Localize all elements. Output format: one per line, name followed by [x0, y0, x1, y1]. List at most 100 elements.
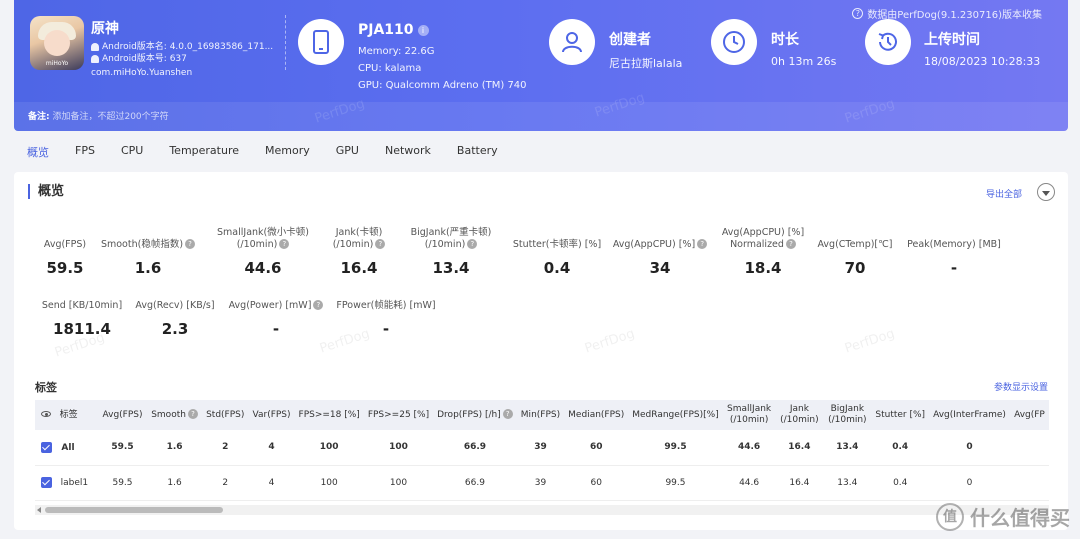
col-avg-fps[interactable]: Avg(FPS) [98, 400, 147, 430]
table-cell: 60 [564, 430, 629, 466]
help-icon[interactable]: ? [187, 409, 198, 419]
table-cell: 39 [516, 465, 565, 501]
help-icon[interactable]: ? [697, 239, 708, 249]
metric-bigjank: BigJank(严重卡顿) (/10min)? 13.4 [410, 227, 492, 277]
col-fps25[interactable]: FPS>=25 [%] [364, 400, 433, 430]
table-cell: 0 [929, 465, 1010, 501]
note-input[interactable]: 添加备注，不超过200个字符 [52, 112, 168, 122]
help-icon[interactable]: ? [467, 239, 478, 249]
creator-title: 创建者 [609, 32, 651, 48]
tab-fps[interactable]: FPS [62, 140, 108, 164]
table-cell [1009, 465, 1049, 501]
help-icon[interactable]: ? [279, 239, 290, 249]
brand-text: 什么值得买 [970, 506, 1070, 530]
row-checkbox[interactable] [41, 441, 52, 453]
col-median-fps[interactable]: Median(FPS) [564, 400, 628, 430]
table-row[interactable]: label1 59.5 1.6 2 4 100 100 66.9 39 60 9… [35, 465, 1049, 501]
eye-icon[interactable] [41, 411, 51, 417]
tab-battery[interactable]: Battery [444, 140, 511, 164]
table-cell: 0.4 [871, 465, 930, 501]
metric-stutter: Stutter(卡顿率) [%] 0.4 [512, 239, 602, 277]
duration-value: 0h 13m 26s [771, 55, 837, 68]
upload-title: 上传时间 [924, 32, 980, 48]
metric-smooth: Smooth(稳帧指数)? 1.6 [98, 239, 198, 277]
help-icon[interactable]: ? [313, 300, 324, 310]
divider [285, 15, 286, 70]
android-version-code: Android版本号: 637 [102, 54, 187, 64]
history-icon [865, 19, 911, 65]
table-cell: 13.4 [823, 430, 872, 466]
col-fps18[interactable]: FPS>=18 [%] [295, 400, 364, 430]
metric-send: Send [KB/10min] 1811.4 [41, 300, 123, 338]
table-cell: 13.4 [823, 465, 872, 501]
col-drop-fps[interactable]: Drop(FPS) [/h]? [433, 400, 517, 430]
row-checkbox[interactable] [41, 477, 52, 488]
table-cell: 66.9 [433, 430, 517, 466]
app-icon-logo-text: miHoYo [45, 60, 69, 67]
param-settings-link[interactable]: 参数显示设置 [994, 380, 1048, 393]
horizontal-scrollbar[interactable] [35, 505, 1049, 515]
table-cell: 44.6 [722, 430, 776, 466]
col-stutter[interactable]: Stutter [%] [871, 400, 929, 430]
metric-avg-power: Avg(Power) [mW]? - [224, 300, 328, 338]
export-all-link[interactable]: 导出全部 [986, 187, 1022, 200]
app-icon: miHoYo [30, 16, 84, 70]
help-icon[interactable]: ? [185, 239, 196, 249]
tab-bar: 概览 FPS CPU Temperature Memory GPU Networ… [14, 140, 511, 164]
table-cell: 44.6 [722, 465, 776, 501]
col-bigjank[interactable]: BigJank (/10min) [823, 400, 871, 430]
col-min-fps[interactable]: Min(FPS) [517, 400, 564, 430]
col-avg-interframe[interactable]: Avg(InterFrame) [929, 400, 1010, 430]
tab-temperature[interactable]: Temperature [156, 140, 252, 164]
android-icon [91, 43, 99, 51]
tab-network[interactable]: Network [372, 140, 444, 164]
col-std-fps[interactable]: Std(FPS) [202, 400, 249, 430]
col-tag[interactable]: 标签 [35, 400, 98, 430]
watermark: PerfDog [582, 326, 637, 357]
note-bar[interactable]: 备注: 添加备注，不超过200个字符 [14, 102, 1068, 131]
table-cell: 1.6 [147, 430, 202, 466]
table-cell: 4 [248, 465, 295, 501]
row-label: All [61, 442, 75, 453]
brand-logo-icon: 值 [936, 502, 964, 531]
table-cell: 0 [929, 430, 1010, 466]
table-cell: 2 [201, 465, 249, 501]
collect-note: ? 数据由PerfDog(9.1.230716)版本收集 [852, 6, 1042, 21]
tab-cpu[interactable]: CPU [108, 140, 156, 164]
table-cell: 0.4 [871, 430, 930, 466]
report-header: ? 数据由PerfDog(9.1.230716)版本收集 miHoYo 原神 A… [14, 0, 1068, 131]
tags-table: 标签 Avg(FPS) Smooth? Std(FPS) Var(FPS) FP… [35, 400, 1049, 510]
metric-avg-fps: Avg(FPS) 59.5 [43, 239, 87, 277]
table-cell: 100 [363, 430, 434, 466]
upload-value: 18/08/2023 10:28:33 [924, 55, 1041, 68]
table-cell [1009, 430, 1049, 466]
collapse-button[interactable] [1037, 183, 1055, 201]
tab-gpu[interactable]: GPU [323, 140, 372, 164]
table-cell: 4 [248, 430, 295, 466]
metric-smalljank: SmallJank(微小卡顿) (/10min)? 44.6 [217, 227, 309, 277]
table-row[interactable]: All 59.5 1.6 2 4 100 100 66.9 39 60 99.5… [35, 430, 1049, 466]
info-icon[interactable]: i [417, 24, 429, 36]
scroll-left-icon[interactable] [37, 507, 41, 513]
col-smooth[interactable]: Smooth? [147, 400, 202, 430]
device-gpu: GPU: Qualcomm Adreno (TM) 740 [358, 80, 527, 91]
help-icon[interactable]: ? [785, 239, 796, 249]
help-icon[interactable]: ? [375, 239, 386, 249]
col-smalljank[interactable]: SmallJank (/10min) [723, 400, 776, 430]
tab-memory[interactable]: Memory [252, 140, 323, 164]
table-cell: 1.6 [147, 465, 202, 501]
device-name: PJA110 i [358, 22, 429, 38]
table-cell: 99.5 [628, 430, 723, 466]
col-jank[interactable]: Jank (/10min) [775, 400, 823, 430]
table-header-row: 标签 Avg(FPS) Smooth? Std(FPS) Var(FPS) FP… [35, 400, 1049, 430]
col-var-fps[interactable]: Var(FPS) [249, 400, 295, 430]
metric-peak-memory: Peak(Memory) [MB] - [907, 239, 1001, 277]
col-medrange-fps[interactable]: MedRange(FPS)[%] [628, 400, 722, 430]
device-name-text: PJA110 [358, 22, 414, 38]
tab-overview[interactable]: 概览 [14, 140, 62, 164]
clock-icon [711, 19, 757, 65]
scrollbar-thumb[interactable] [45, 507, 223, 513]
help-icon[interactable]: ? [502, 409, 513, 419]
app-meta: Android版本名: 4.0.0_16983586_171... Androi… [91, 41, 273, 65]
col-avg-fp[interactable]: Avg(FP [1010, 400, 1049, 430]
